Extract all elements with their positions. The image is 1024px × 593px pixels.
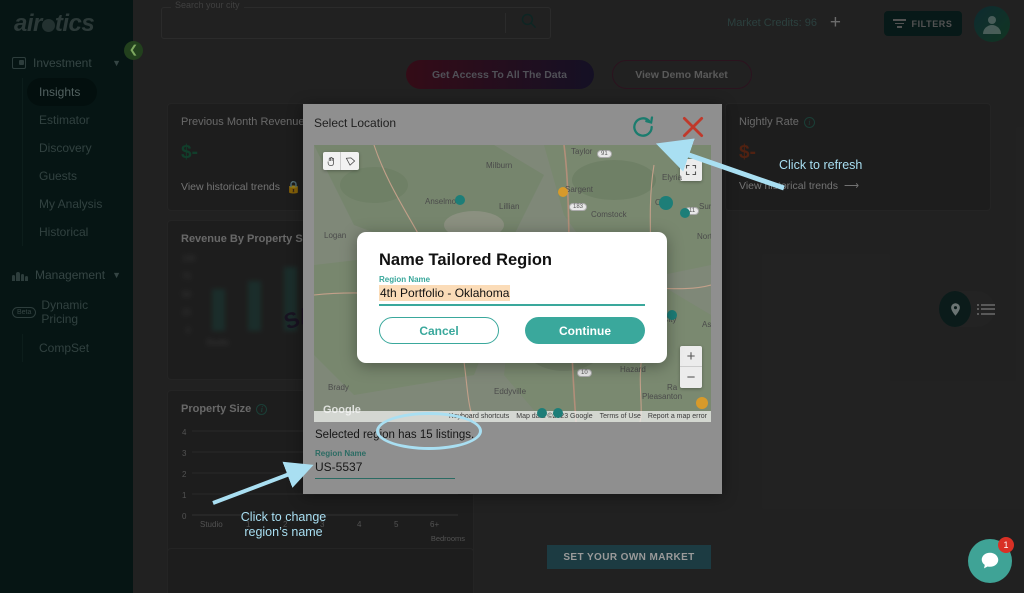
- annotation-rename-line1: Click to change: [240, 510, 327, 524]
- polygon-draw-icon[interactable]: [341, 152, 359, 170]
- annotation-ellipse-listings: [376, 412, 482, 450]
- chat-widget-button[interactable]: 1: [968, 537, 1014, 583]
- map-marker[interactable]: [558, 187, 568, 197]
- modal-header: Select Location: [303, 104, 722, 144]
- dialog-title: Name Tailored Region: [379, 251, 552, 269]
- pan-hand-icon[interactable]: [323, 152, 341, 170]
- map-label: Eddyville: [494, 387, 527, 396]
- map-label: Ra: [667, 383, 678, 392]
- map-label: Elyria: [662, 173, 683, 182]
- map-marker[interactable]: [553, 408, 563, 418]
- map-label: Hazard: [620, 365, 646, 374]
- refresh-button[interactable]: [630, 114, 656, 145]
- chat-unread-badge: 1: [998, 537, 1014, 553]
- region-name-input[interactable]: 4th Portfolio - Oklahoma: [379, 285, 511, 301]
- region-name-label: Region Name: [315, 449, 367, 458]
- sidebar-collapse-button[interactable]: ❮: [124, 41, 143, 60]
- close-button[interactable]: [680, 114, 706, 145]
- map-highway-shield: 10: [577, 369, 592, 377]
- map-marker[interactable]: [680, 208, 690, 218]
- continue-button[interactable]: Continue: [525, 317, 645, 344]
- region-name-value[interactable]: US-5537: [315, 458, 455, 478]
- map-label: Lillian: [499, 202, 520, 211]
- map-label: Taylor: [571, 147, 593, 156]
- map-zoom-in-button[interactable]: +: [680, 346, 702, 367]
- modal-title: Select Location: [314, 116, 397, 130]
- chevron-left-icon: ❮: [128, 44, 139, 56]
- refresh-icon: [633, 116, 654, 137]
- close-icon: [682, 116, 704, 138]
- annotation-refresh-text: Click to refresh: [779, 158, 863, 172]
- name-tailored-region-dialog: Name Tailored Region Region Name 4th Por…: [357, 232, 667, 363]
- annotation-rename-text: Click to change region’s name: [226, 510, 341, 540]
- region-name-underline: [315, 478, 455, 479]
- map-highway-shield: 91: [597, 150, 612, 158]
- map-label: Ash: [702, 320, 711, 329]
- map-attr-terms[interactable]: Terms of Use: [600, 413, 641, 420]
- map-label: Sur: [699, 202, 711, 211]
- map-marker[interactable]: [537, 408, 547, 418]
- fullscreen-icon: [685, 164, 697, 176]
- map-marker[interactable]: [667, 310, 677, 320]
- map-fullscreen-button[interactable]: [680, 159, 702, 181]
- map-marker[interactable]: [659, 196, 673, 210]
- cancel-button[interactable]: Cancel: [379, 317, 499, 344]
- map-label: Pleasanton: [642, 392, 683, 401]
- map-zoom-controls[interactable]: + −: [680, 346, 702, 388]
- map-marker[interactable]: [455, 195, 465, 205]
- map-marker[interactable]: [696, 397, 708, 409]
- chat-bubble-icon: [981, 552, 999, 569]
- set-your-own-market-button[interactable]: SET YOUR OWN MARKET: [547, 545, 711, 569]
- annotation-rename-line2: region’s name: [244, 525, 323, 539]
- map-label: Brady: [328, 383, 349, 392]
- map-label: Sargent: [565, 185, 594, 194]
- map-attribution: Keyboard shortcuts Map data ©2023 Google…: [314, 411, 711, 422]
- map-label: Logan: [324, 231, 347, 240]
- dialog-input-underline: [379, 304, 645, 306]
- map-label: Nort: [697, 232, 711, 241]
- map-label: Milburn: [486, 161, 513, 170]
- map-zoom-out-button[interactable]: −: [680, 367, 702, 388]
- map-label: Comstock: [591, 210, 627, 219]
- dialog-field-label: Region Name: [379, 275, 431, 284]
- map-label: Anselmo: [425, 197, 457, 206]
- map-highway-shield: 183: [569, 203, 588, 211]
- map-draw-tools[interactable]: [323, 152, 359, 170]
- region-name-field[interactable]: Region Name US-5537: [315, 449, 455, 479]
- map-attr-report[interactable]: Report a map error: [648, 413, 707, 420]
